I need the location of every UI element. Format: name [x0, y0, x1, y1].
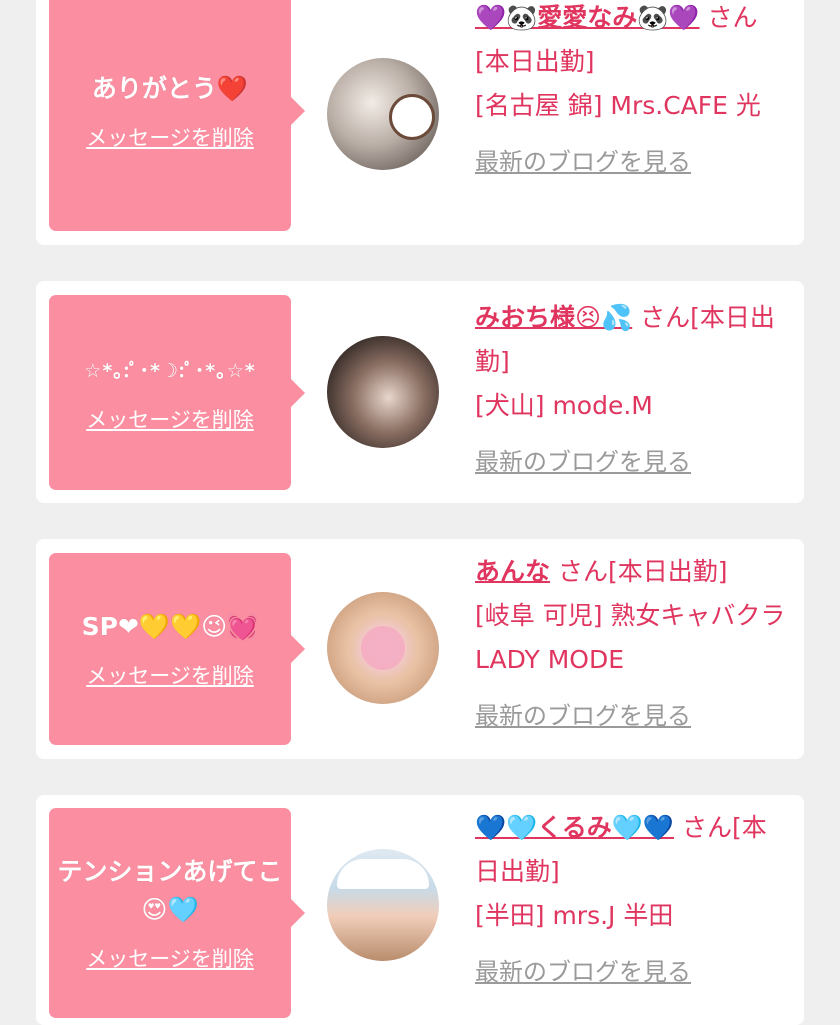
- message-bubble: テンションあげてこ😍🩵 メッセージを削除: [49, 808, 305, 1018]
- avatar[interactable]: [327, 58, 439, 170]
- cap-icon: [337, 859, 429, 889]
- message-bubble: ☆*｡:ﾟ･*☽:ﾟ･*｡☆* メッセージを削除: [49, 295, 305, 490]
- shop-name: [岐阜 可児] 熟女キャバクラ LADY MODE: [475, 601, 786, 674]
- avatar[interactable]: [327, 336, 439, 448]
- avatar[interactable]: [327, 592, 439, 704]
- cast-info: 💜🐼愛愛なみ🐼💜 さん[本日出勤] [名古屋 錦] Mrs.CAFE 光 最新の…: [475, 0, 787, 184]
- message-text: ありがとう❤️: [91, 73, 249, 103]
- delete-message-link[interactable]: メッセージを削除: [86, 943, 254, 973]
- heart-icon: [361, 626, 405, 670]
- message-bubble: ありがとう❤️ メッセージを削除: [49, 0, 305, 231]
- latest-blog-link[interactable]: 最新のブログを見る: [475, 950, 787, 994]
- avatar[interactable]: [327, 849, 439, 961]
- cast-info: 💙🩵くるみ🩵💙 さん[本日出勤] [半田] mrs.J 半田 最新のブログを見る: [475, 806, 787, 994]
- cast-status: さん[本日出勤]: [557, 557, 728, 586]
- message-card: ☆*｡:ﾟ･*☽:ﾟ･*｡☆* メッセージを削除 みおち様😣💦 さん[本日出勤]…: [36, 281, 804, 503]
- cast-name-link[interactable]: みおち様😣💦: [475, 303, 632, 332]
- shop-name: [半田] mrs.J 半田: [475, 901, 674, 930]
- latest-blog-link[interactable]: 最新のブログを見る: [475, 694, 787, 738]
- message-bubble: SP❤💛💛😉💓 メッセージを削除: [49, 553, 305, 745]
- delete-message-link[interactable]: メッセージを削除: [86, 660, 254, 690]
- latest-blog-link[interactable]: 最新のブログを見る: [475, 140, 787, 184]
- delete-message-link[interactable]: メッセージを削除: [86, 404, 254, 434]
- cast-name-link[interactable]: 💜🐼愛愛なみ🐼💜: [475, 3, 700, 32]
- panda-sticker-icon: [389, 94, 435, 140]
- cast-name-link[interactable]: あんな: [475, 557, 550, 586]
- message-card: テンションあげてこ😍🩵 メッセージを削除 💙🩵くるみ🩵💙 さん[本日出勤] [半…: [36, 795, 804, 1025]
- message-text: SP❤💛💛😉💓: [81, 612, 259, 641]
- message-card: ありがとう❤️ メッセージを削除 💜🐼愛愛なみ🐼💜 さん[本日出勤] [名古屋 …: [36, 0, 804, 245]
- delete-message-link[interactable]: メッセージを削除: [86, 122, 254, 152]
- cast-info: みおち様😣💦 さん[本日出勤] [犬山] mode.M 最新のブログを見る: [475, 296, 787, 484]
- message-text: ☆*｡:ﾟ･*☽:ﾟ･*｡☆*: [84, 359, 256, 382]
- cast-name-link[interactable]: 💙🩵くるみ🩵💙: [475, 813, 674, 842]
- shop-name: [名古屋 錦] Mrs.CAFE 光: [475, 91, 761, 120]
- latest-blog-link[interactable]: 最新のブログを見る: [475, 440, 787, 484]
- shop-name: [犬山] mode.M: [475, 391, 653, 420]
- message-text: テンションあげてこ😍🩵: [57, 857, 283, 924]
- cast-info: あんな さん[本日出勤] [岐阜 可児] 熟女キャバクラ LADY MODE 最…: [475, 550, 787, 738]
- message-card: SP❤💛💛😉💓 メッセージを削除 あんな さん[本日出勤] [岐阜 可児] 熟女…: [36, 539, 804, 759]
